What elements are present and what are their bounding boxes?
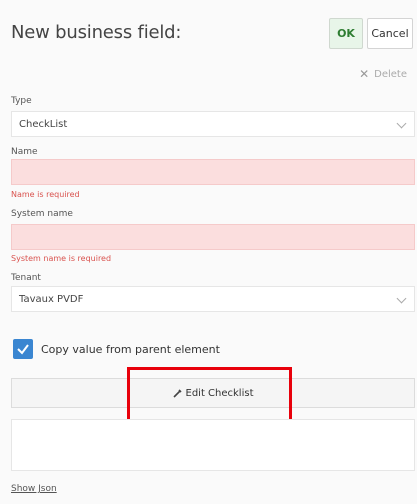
type-select[interactable]: CheckList — [11, 111, 415, 137]
system-name-error: System name is required — [11, 254, 112, 263]
tenant-select[interactable]: Tavaux PVDF — [11, 286, 415, 312]
copy-from-parent-checkbox[interactable] — [13, 339, 33, 359]
tenant-label: Tenant — [11, 273, 41, 283]
page-title: New business field: — [11, 22, 182, 43]
business-field-panel: New business field: OK Cancel ✕ Delete T… — [0, 0, 417, 504]
name-error: Name is required — [11, 190, 80, 199]
type-value: CheckList — [19, 118, 68, 130]
close-icon: ✕ — [359, 67, 370, 81]
delete-button[interactable]: ✕ Delete — [359, 67, 407, 81]
chevron-down-icon — [396, 293, 407, 304]
show-json-link[interactable]: Show Json — [11, 484, 57, 494]
name-label: Name — [11, 147, 38, 157]
delete-label: Delete — [374, 68, 407, 80]
ok-button[interactable]: OK — [329, 18, 363, 49]
json-area[interactable] — [11, 419, 415, 471]
name-input[interactable] — [11, 159, 415, 185]
cancel-button[interactable]: Cancel — [367, 18, 413, 49]
system-name-label: System name — [11, 209, 73, 219]
type-label: Type — [11, 96, 32, 106]
copy-from-parent-row[interactable]: Copy value from parent element — [13, 339, 220, 359]
copy-from-parent-label: Copy value from parent element — [41, 342, 220, 356]
chevron-down-icon — [396, 118, 407, 129]
pencil-icon — [172, 388, 182, 398]
system-name-input[interactable] — [11, 224, 415, 250]
edit-checklist-label: Edit Checklist — [185, 387, 254, 399]
edit-checklist-button[interactable]: Edit Checklist — [11, 378, 415, 408]
checkmark-icon — [17, 344, 29, 355]
tenant-value: Tavaux PVDF — [19, 293, 84, 305]
